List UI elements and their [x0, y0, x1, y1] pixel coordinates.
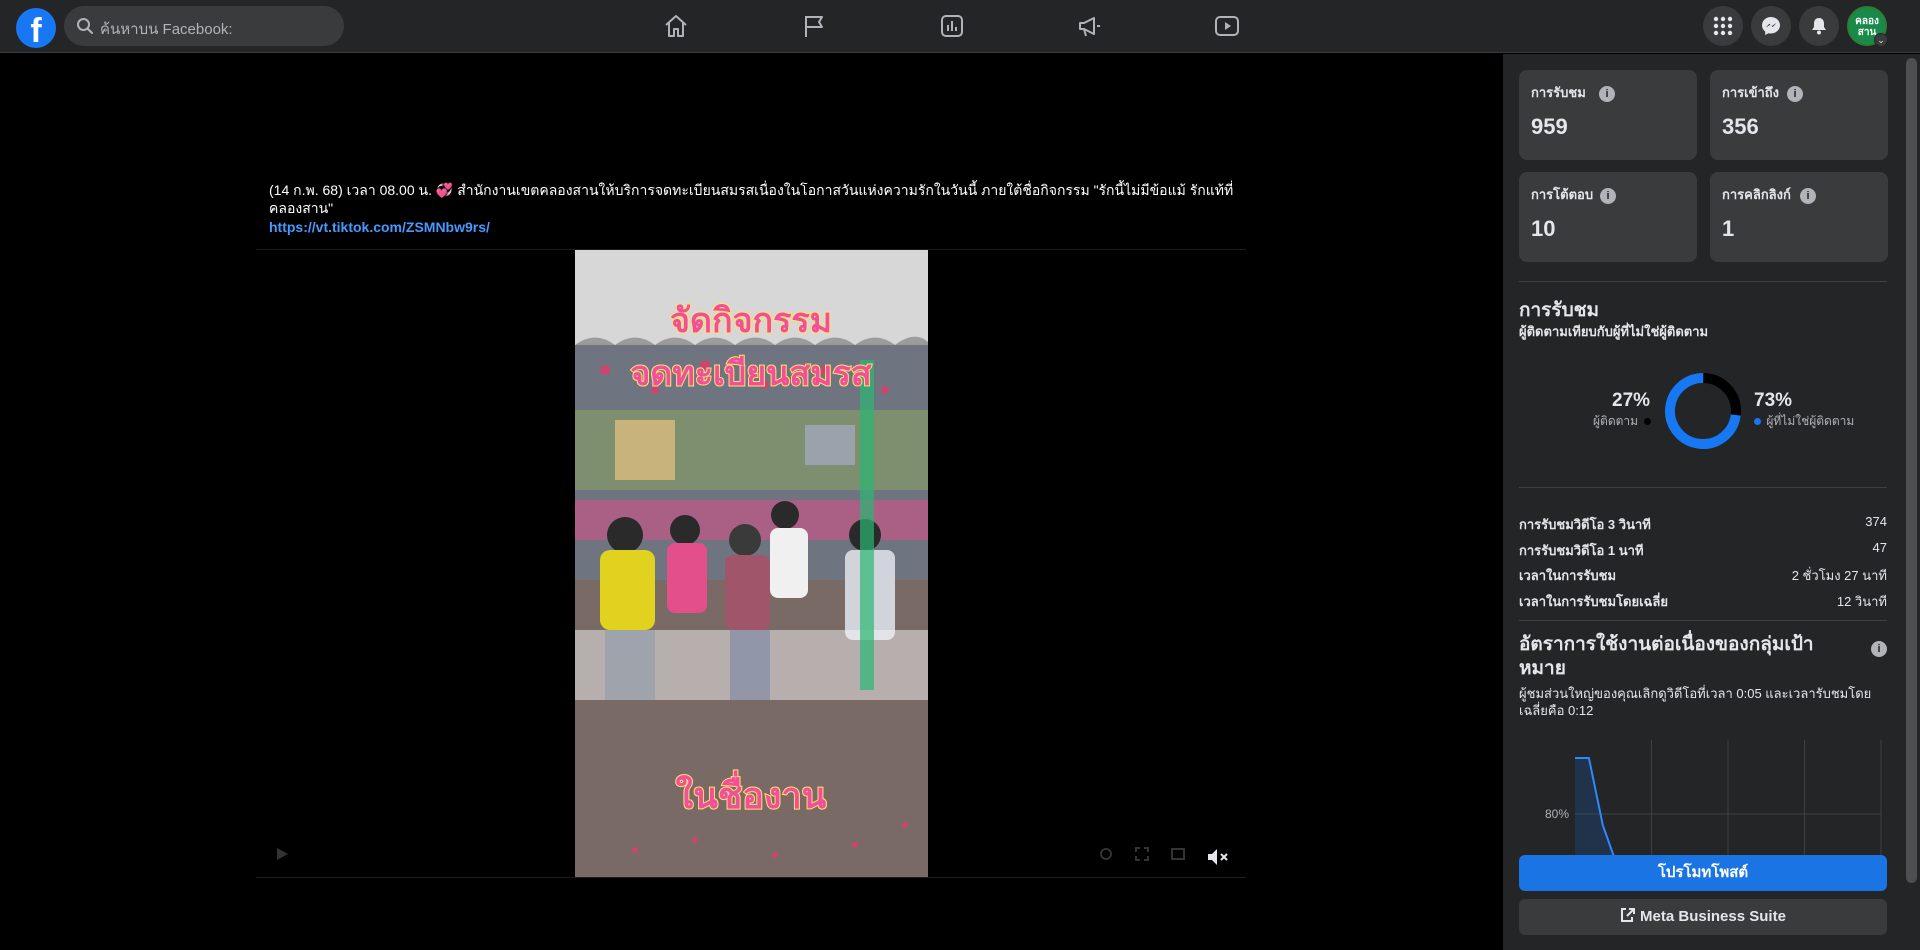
chart-grid — [1575, 740, 1882, 855]
top-navigation-bar: f ค้นหาบน Facebook: คลอง สาน ⌄ — [0, 0, 1920, 53]
retention-area — [1575, 758, 1715, 855]
stat-label: การเข้าถึง — [1722, 85, 1780, 100]
nonfollowers-label: ผู้ที่ไม่ใช่ผู้ติดตาม — [1766, 414, 1855, 428]
video-frame-image: จัดกิจกรรม จดทะเบียนสมรส ในชื่องาน — [575, 250, 928, 878]
stat-value: 959 — [1531, 114, 1568, 139]
play-icon[interactable] — [274, 846, 290, 862]
chevron-down-icon[interactable]: ⌄ — [1874, 33, 1888, 47]
video-caption: จดทะเบียนสมรส — [630, 354, 871, 394]
metric-value: 12 วินาที — [1836, 594, 1887, 609]
info-icon[interactable]: i — [1787, 86, 1803, 102]
scrollbar-thumb[interactable] — [1906, 58, 1917, 883]
stat-value: 10 — [1531, 216, 1556, 241]
stat-value: 1 — [1722, 216, 1735, 241]
messenger-icon[interactable] — [1751, 6, 1791, 46]
post-text: (14 ก.พ. 68) เวลา 08.00 น. 💞 สำนักงานเขต… — [269, 182, 1234, 216]
menu-grid-icon[interactable] — [1703, 6, 1743, 46]
metric-label: การรับชมวิดีโอ 1 นาที — [1519, 543, 1644, 558]
fullscreen-icon[interactable] — [1170, 846, 1186, 862]
divider — [1519, 281, 1887, 282]
video-player[interactable]: จัดกิจกรรม จดทะเบียนสมรส ในชื่องาน — [575, 250, 928, 878]
y-axis-ticks: 80%60%40% — [1545, 807, 1569, 821]
metric-row: เวลาในการรับชม 2 ชั่วโมง 27 นาที — [1519, 565, 1887, 585]
metric-label: เวลาในการรับชม — [1519, 568, 1617, 583]
stat-label: การรับชม — [1531, 85, 1586, 100]
settings-gear-icon[interactable] — [1098, 846, 1114, 862]
stat-label: การคลิกลิงก์ — [1722, 187, 1791, 202]
metric-label: การรับชมวิดีโอ 3 วินาที — [1519, 517, 1651, 532]
stat-label: การโต้ตอบ — [1531, 187, 1594, 202]
post-text-dot: . — [269, 199, 273, 215]
stat-card-engagement: การโต้ตอบ 10 i — [1519, 172, 1697, 262]
followers-label: ผู้ติดตาม — [1593, 414, 1639, 428]
y-tick-label: 80% — [1545, 807, 1569, 821]
metric-value: 2 ชั่วโมง 27 นาที — [1791, 568, 1887, 583]
metric-label: เวลาในการรับชมโดยเฉลี่ย — [1519, 594, 1668, 609]
metric-row: เวลาในการรับชมโดยเฉลี่ย 12 วินาที — [1519, 591, 1887, 611]
insights-chart-icon[interactable] — [938, 12, 966, 40]
info-icon[interactable]: i — [1599, 86, 1615, 102]
stat-card-views: การรับชม 959 i — [1519, 70, 1697, 160]
info-icon[interactable]: i — [1800, 188, 1816, 204]
stat-card-link-clicks: การคลิกลิงก์ 1 i — [1710, 172, 1888, 262]
post-link[interactable]: https://vt.tiktok.com/ZSMNbw9rs/ — [269, 219, 490, 235]
ads-megaphone-icon[interactable] — [1076, 12, 1104, 40]
expand-icon[interactable] — [1134, 846, 1150, 862]
retention-section-subtitle: ผู้ชมส่วนใหญ่ของคุณเลิกดูวิดีโอที่เวลา 0… — [1519, 686, 1872, 718]
metric-row: การรับชมวิดีโอ 3 วินาที 374 — [1519, 514, 1887, 534]
meta-business-suite-label: Meta Business Suite — [1640, 908, 1786, 925]
stat-card-reach: การเข้าถึง 356 i — [1710, 70, 1888, 160]
followers-legend: ผู้ติดตาม — [1593, 412, 1652, 431]
external-open-icon — [1621, 908, 1636, 922]
info-icon[interactable]: i — [1600, 188, 1616, 204]
stat-value: 356 — [1722, 114, 1759, 139]
search-input[interactable]: ค้นหาบน Facebook: — [64, 6, 344, 46]
avatar-text: คลอง — [1855, 16, 1879, 27]
video-watch-icon[interactable] — [1213, 12, 1241, 40]
search-placeholder: ค้นหาบน Facebook: — [100, 21, 233, 38]
meta-business-suite-button[interactable]: Meta Business Suite — [1519, 899, 1887, 935]
pages-flag-icon[interactable] — [800, 12, 828, 40]
home-icon[interactable] — [662, 12, 690, 40]
divider — [1519, 620, 1887, 621]
divider — [256, 877, 1246, 878]
divider — [1519, 487, 1887, 488]
retention-chart: 80%60%40% — [1545, 740, 1882, 855]
video-caption: จัดกิจกรรม — [670, 301, 832, 341]
retention-section-title: อัตราการใช้งานต่อเนื่องของกลุ่มเป้าหมาย — [1519, 634, 1814, 679]
facebook-logo[interactable]: f — [16, 8, 56, 48]
info-icon[interactable]: i — [1871, 641, 1887, 657]
notifications-bell-icon[interactable] — [1799, 6, 1839, 46]
metric-value: 374 — [1865, 514, 1887, 529]
search-icon — [77, 18, 93, 34]
promote-post-button[interactable]: โปรโมทโพสต์ — [1519, 855, 1887, 891]
metric-value: 47 — [1872, 540, 1887, 555]
nonfollowers-percent: 73% — [1754, 390, 1793, 411]
followers-percent: 27% — [1612, 390, 1651, 411]
metric-row: การรับชมวิดีโอ 1 นาที 47 — [1519, 540, 1887, 560]
followers-donut-chart — [1665, 373, 1741, 449]
legend-dot — [1644, 418, 1652, 426]
video-caption: ในชื่องาน — [676, 770, 827, 817]
views-section-subtitle: ผู้ติดตามเทียบกับผู้ที่ไม่ใช่ผู้ติดตาม — [1519, 324, 1709, 339]
muted-speaker-icon[interactable] — [1206, 846, 1230, 868]
nonfollowers-legend: ผู้ที่ไม่ใช่ผู้ติดตาม — [1754, 412, 1854, 431]
legend-dot — [1754, 418, 1761, 426]
